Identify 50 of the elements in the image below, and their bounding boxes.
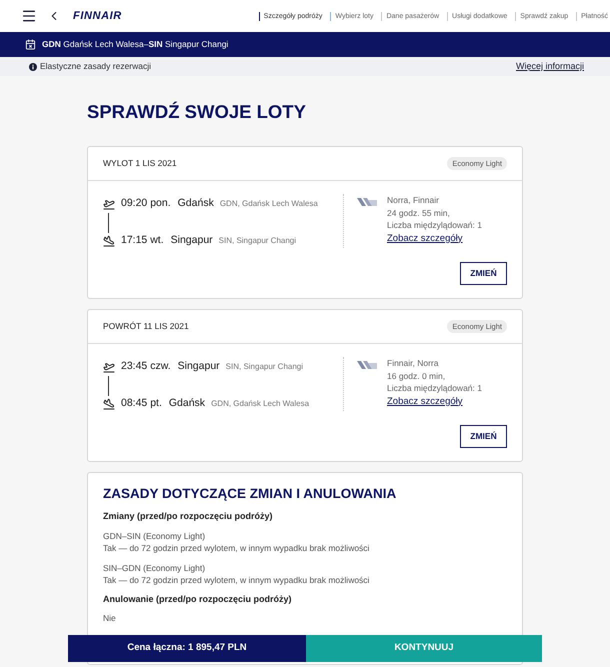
airport-name: GDN, Gdańsk Lech Walesa: [220, 198, 318, 210]
page-title: SPRAWDŹ SWOJE LOTY: [87, 100, 307, 124]
flight-duration: 16 godz. 0 min,: [387, 370, 446, 382]
city-name: Singapur: [178, 359, 220, 374]
details-link[interactable]: Zobacz szczegóły: [387, 394, 463, 408]
more-info-link[interactable]: Więcej informacji: [516, 60, 584, 74]
total-price: Cena łączna: 1 895,47 PLN: [68, 635, 306, 662]
flight-heading: POWRÓT 11 LIS 2021: [103, 320, 189, 333]
brand-logo: FINNAIR: [73, 8, 122, 24]
flight-heading: WYLOT 1 LIS 2021: [103, 157, 177, 170]
takeoff-icon: [103, 198, 115, 210]
flight-duration: 24 godz. 55 min,: [387, 206, 451, 219]
rule-text: Tak — do 72 godzin przed wylotem, w innym wypadku brak możliwości: [103, 574, 370, 586]
landing-icon: [103, 235, 115, 247]
info-icon: [29, 62, 37, 70]
rule-text: Tak — do 72 godzin przed wylotem, w innym wypadku brak możliwości: [103, 542, 370, 554]
landing-icon: [103, 398, 115, 410]
timeline-line: [108, 376, 109, 396]
airline-names: Finnair, Norra: [387, 357, 440, 370]
calendar-icon: [25, 39, 36, 50]
timeline-line: [108, 212, 109, 232]
airport-name: SIN, Singapur Changi: [218, 235, 296, 247]
airline-names: Norra, Finnair: [387, 194, 440, 206]
info-text: Elastyczne zasady rezerwacji: [40, 60, 152, 73]
flight-time: 08:45 pt.: [121, 396, 162, 412]
rule-route: SIN–GDN (Economy Light): [103, 562, 206, 574]
flight-time: 23:45 czw.: [121, 359, 171, 374]
change-button[interactable]: ZMIEŃ: [460, 425, 507, 448]
airport-name: GDN, Gdańsk Lech Walesa: [211, 398, 310, 410]
details-link[interactable]: Zobacz szczegóły: [387, 232, 463, 246]
rule-heading: Anulowanie (przed/po rozpoczęciu podróży): [103, 593, 293, 605]
stops-count: Liczba międzylądowań: 1: [387, 382, 482, 394]
city-name: Singapur: [170, 233, 213, 248]
logo-icon: [357, 361, 377, 369]
city-name: Gdańsk: [178, 196, 214, 212]
logo-icon: [357, 198, 377, 206]
flight-time: 17:15 wt.: [121, 233, 164, 248]
rule-route: GDN–SIN (Economy Light): [103, 530, 206, 542]
route-title: GDN Gdańsk Lech Walesa–SIN Singapur Changi: [42, 38, 228, 51]
rule-heading: Zmiany (przed/po rozpoczęciu podróży): [103, 510, 274, 522]
change-button[interactable]: ZMIEŃ: [460, 262, 507, 285]
menu-button[interactable]: [21, 8, 37, 24]
city-name: Gdańsk: [168, 396, 206, 412]
stops-count: Liczba międzylądowań: 1: [387, 219, 482, 232]
rule-text: Nie: [103, 612, 117, 624]
takeoff-icon: [103, 361, 115, 373]
airport-name: SIN, Singapur Changi: [226, 361, 304, 373]
flight-time: 09:20 pon.: [121, 196, 171, 212]
menu-icon: [21, 8, 37, 24]
rules-title: ZASADY DOTYCZĄCE ZMIAN I ANULOWANIA: [103, 485, 398, 503]
